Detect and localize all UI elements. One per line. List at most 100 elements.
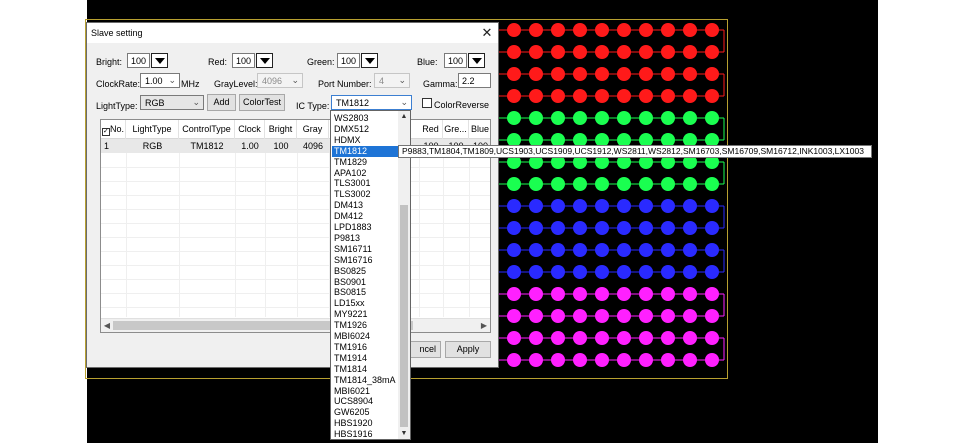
red-input[interactable]: 100 xyxy=(232,53,255,68)
column-header-green[interactable]: Gre... xyxy=(443,120,469,139)
ic-type-option[interactable]: TM1916 xyxy=(332,342,399,353)
ic-type-option[interactable]: MBI6024 xyxy=(332,331,399,342)
led-dot xyxy=(507,45,521,59)
horizontal-scrollbar[interactable]: ◀ ▶ xyxy=(101,318,490,332)
led-dot xyxy=(661,287,675,301)
led-dot xyxy=(573,309,587,323)
column-header-controltype[interactable]: ControlType xyxy=(179,120,235,139)
ic-type-option[interactable]: TM1829 xyxy=(332,157,399,168)
column-header-clock[interactable]: Clock xyxy=(235,120,265,139)
led-dot xyxy=(529,23,543,37)
ic-type-option[interactable]: GW6205 xyxy=(332,407,399,418)
ic-type-option[interactable]: APA102 xyxy=(332,168,399,179)
led-dot xyxy=(529,331,543,345)
ic-type-option[interactable]: TM1812 xyxy=(332,145,399,157)
ic-type-option[interactable]: HBS1920 xyxy=(332,418,399,429)
bright-input[interactable]: 100 xyxy=(127,53,150,68)
ic-type-option[interactable]: DM412 xyxy=(332,211,399,222)
select-all-checkbox[interactable]: ✓ xyxy=(101,128,110,136)
scroll-up-icon[interactable]: ▲ xyxy=(398,111,410,122)
led-dot xyxy=(573,199,587,213)
led-dot xyxy=(617,67,631,81)
led-dot xyxy=(683,287,697,301)
gamma-input[interactable]: 2.2 xyxy=(458,73,491,88)
ic-type-option[interactable]: LD15xx xyxy=(332,298,399,309)
green-spin-down-icon[interactable] xyxy=(361,53,378,68)
scroll-down-icon[interactable]: ▼ xyxy=(398,428,410,439)
ic-type-option[interactable]: LPD1883 xyxy=(332,222,399,233)
led-dot xyxy=(705,309,719,323)
column-header-no[interactable]: ✓No. xyxy=(101,120,126,139)
port-number-select[interactable]: 4 ⌄ xyxy=(374,73,410,88)
ic-type-dropdown-list[interactable]: WS2803 DMX512 HDMX TM1812 TM1829 APA102 TLS300… xyxy=(330,110,411,440)
column-header-blue[interactable]: Blue xyxy=(469,120,490,139)
ic-type-option[interactable]: P9813 xyxy=(332,233,399,244)
column-header-red[interactable]: Red xyxy=(419,120,443,139)
led-dot xyxy=(661,67,675,81)
scroll-right-icon[interactable]: ▶ xyxy=(478,319,490,332)
led-dot xyxy=(551,177,565,191)
led-dot xyxy=(639,353,653,367)
led-dot xyxy=(573,177,587,191)
chevron-down-icon: ⌄ xyxy=(291,75,299,85)
ic-type-option[interactable]: BS0825 xyxy=(332,266,399,277)
close-button[interactable]: ✕ xyxy=(476,23,498,43)
column-header-lighttype[interactable]: LightType xyxy=(126,120,179,139)
ic-type-option[interactable]: WS2803 xyxy=(332,113,399,124)
led-dot xyxy=(551,287,565,301)
led-dot xyxy=(507,353,521,367)
led-dot xyxy=(595,89,609,103)
green-input[interactable]: 100 xyxy=(337,53,360,68)
led-dot xyxy=(507,67,521,81)
vertical-scroll-thumb[interactable] xyxy=(400,205,408,427)
color-reverse-checkbox[interactable] xyxy=(422,98,432,108)
color-test-button[interactable]: ColorTest xyxy=(239,94,285,111)
column-header-bright[interactable]: Bright xyxy=(265,120,297,139)
ic-type-option[interactable]: DM413 xyxy=(332,200,399,211)
scroll-left-icon[interactable]: ◀ xyxy=(101,319,113,332)
ic-type-option[interactable]: TM1926 xyxy=(332,320,399,331)
ic-type-option[interactable]: DMX512 xyxy=(332,124,399,135)
table-grid-column-line xyxy=(443,153,444,317)
ic-type-option[interactable]: BS0901 xyxy=(332,277,399,288)
port-number-label: Port Number: xyxy=(318,79,372,89)
clockrate-select[interactable]: 1.00 ⌄ xyxy=(140,73,180,88)
led-dot xyxy=(595,111,609,125)
cell-controltype: TM1812 xyxy=(190,141,224,151)
blue-spin-down-icon[interactable] xyxy=(468,53,485,68)
led-dot xyxy=(683,67,697,81)
graylevel-select[interactable]: 4096 ⌄ xyxy=(257,73,303,88)
ic-type-option[interactable]: TLS3001 xyxy=(332,178,399,189)
red-spin-down-icon[interactable] xyxy=(256,53,273,68)
ic-type-option[interactable]: TM1914 xyxy=(332,353,399,364)
apply-button[interactable]: Apply xyxy=(445,341,491,358)
cell-lighttype: RGB xyxy=(142,141,163,151)
ic-type-option[interactable]: SM16711 xyxy=(332,244,399,255)
led-dot xyxy=(661,331,675,345)
lighttype-select[interactable]: RGB ⌄ xyxy=(140,95,204,110)
ic-type-value: TM1812 xyxy=(336,98,370,108)
ic-type-option[interactable]: BS0815 xyxy=(332,287,399,298)
color-reverse-label: ColorReverse xyxy=(434,100,490,110)
ic-type-option[interactable]: MBI6021 xyxy=(332,386,399,397)
vertical-scrollbar[interactable]: ▲ ▼ xyxy=(398,111,410,439)
led-dot xyxy=(639,67,653,81)
ic-type-option[interactable]: TLS3002 xyxy=(332,189,399,200)
led-dot xyxy=(507,199,521,213)
add-button[interactable]: Add xyxy=(207,94,236,111)
led-dot xyxy=(617,287,631,301)
ic-type-option[interactable]: SM16716 xyxy=(332,255,399,266)
bright-spin-down-icon[interactable] xyxy=(151,53,168,68)
ic-type-option[interactable]: TM1814 xyxy=(332,364,399,375)
ic-type-option[interactable]: HDMX xyxy=(332,135,399,146)
dialog-title-bar: Slave setting ✕ xyxy=(87,23,498,43)
ic-type-select[interactable]: TM1812 ⌄ xyxy=(331,95,412,110)
led-dot xyxy=(705,23,719,37)
ic-type-option[interactable]: TM1814_38mA xyxy=(332,375,399,386)
column-header-gray[interactable]: Gray xyxy=(297,120,329,139)
blue-input[interactable]: 100 xyxy=(444,53,467,68)
ic-type-option[interactable]: HBS1916 xyxy=(332,429,399,439)
led-dot xyxy=(573,331,587,345)
ic-type-option[interactable]: UCS8904 xyxy=(332,396,399,407)
ic-type-option[interactable]: MY9221 xyxy=(332,309,399,320)
